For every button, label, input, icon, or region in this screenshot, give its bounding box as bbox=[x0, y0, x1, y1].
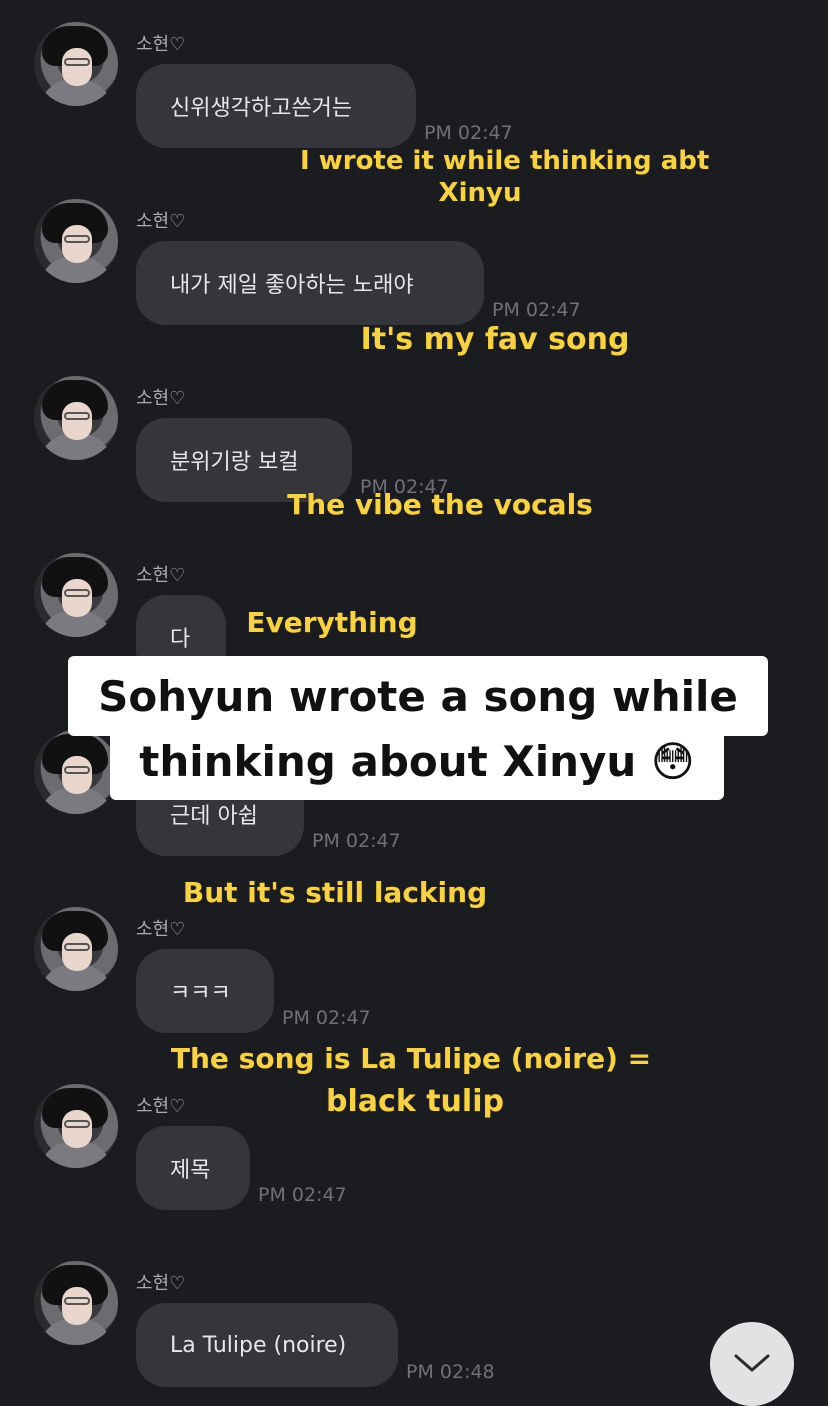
message-time: PM 02:47 bbox=[282, 1007, 371, 1029]
sender-name: 소현♡ bbox=[136, 1096, 186, 1117]
avatar[interactable] bbox=[34, 907, 118, 991]
avatar[interactable] bbox=[34, 730, 118, 814]
caption-text: Xinyu bbox=[438, 178, 522, 208]
caption-text: black tulip bbox=[326, 1084, 504, 1119]
caption-text: It's my fav song bbox=[360, 322, 630, 357]
avatar[interactable] bbox=[34, 199, 118, 283]
caption-text: The song is La Tulipe (noire) = bbox=[170, 1042, 652, 1075]
message-time: PM 02:47 bbox=[312, 830, 401, 852]
caption-text: But it's still lacking bbox=[182, 876, 488, 909]
message-bubble[interactable]: ㅋㅋㅋ bbox=[136, 949, 274, 1033]
sender-name: 소현♡ bbox=[136, 565, 186, 586]
caption-text: I wrote it while thinking abt bbox=[300, 146, 710, 176]
avatar[interactable] bbox=[34, 1084, 118, 1168]
sender-name: 소현♡ bbox=[136, 34, 186, 55]
sender-name: 소현♡ bbox=[136, 1273, 186, 1294]
avatar[interactable] bbox=[34, 1261, 118, 1345]
message-bubble[interactable]: 신위생각하고쓴거는 bbox=[136, 64, 416, 148]
chevron-down-icon bbox=[734, 1354, 770, 1372]
message-time: PM 02:47 bbox=[258, 1184, 347, 1206]
sender-name: 소현♡ bbox=[136, 919, 186, 940]
avatar[interactable] bbox=[34, 376, 118, 460]
message-bubble[interactable]: La Tulipe (noire) bbox=[136, 1303, 398, 1387]
caption-text: The vibe the vocals bbox=[287, 488, 593, 521]
overlay-title-line2: thinking about Xinyu 😳 bbox=[110, 722, 724, 800]
sender-name: 소현♡ bbox=[136, 211, 186, 232]
message-time: PM 02:48 bbox=[406, 1361, 495, 1383]
avatar[interactable] bbox=[34, 22, 118, 106]
caption-text: Everything bbox=[246, 606, 418, 639]
message-time: PM 02:47 bbox=[492, 299, 581, 321]
sender-name: 소현♡ bbox=[136, 388, 186, 409]
message-time: PM 02:47 bbox=[424, 122, 513, 144]
message-bubble[interactable]: 내가 제일 좋아하는 노래야 bbox=[136, 241, 484, 325]
avatar[interactable] bbox=[34, 553, 118, 637]
message-bubble[interactable]: 제목 bbox=[136, 1126, 250, 1210]
scroll-down-button[interactable] bbox=[710, 1322, 794, 1406]
